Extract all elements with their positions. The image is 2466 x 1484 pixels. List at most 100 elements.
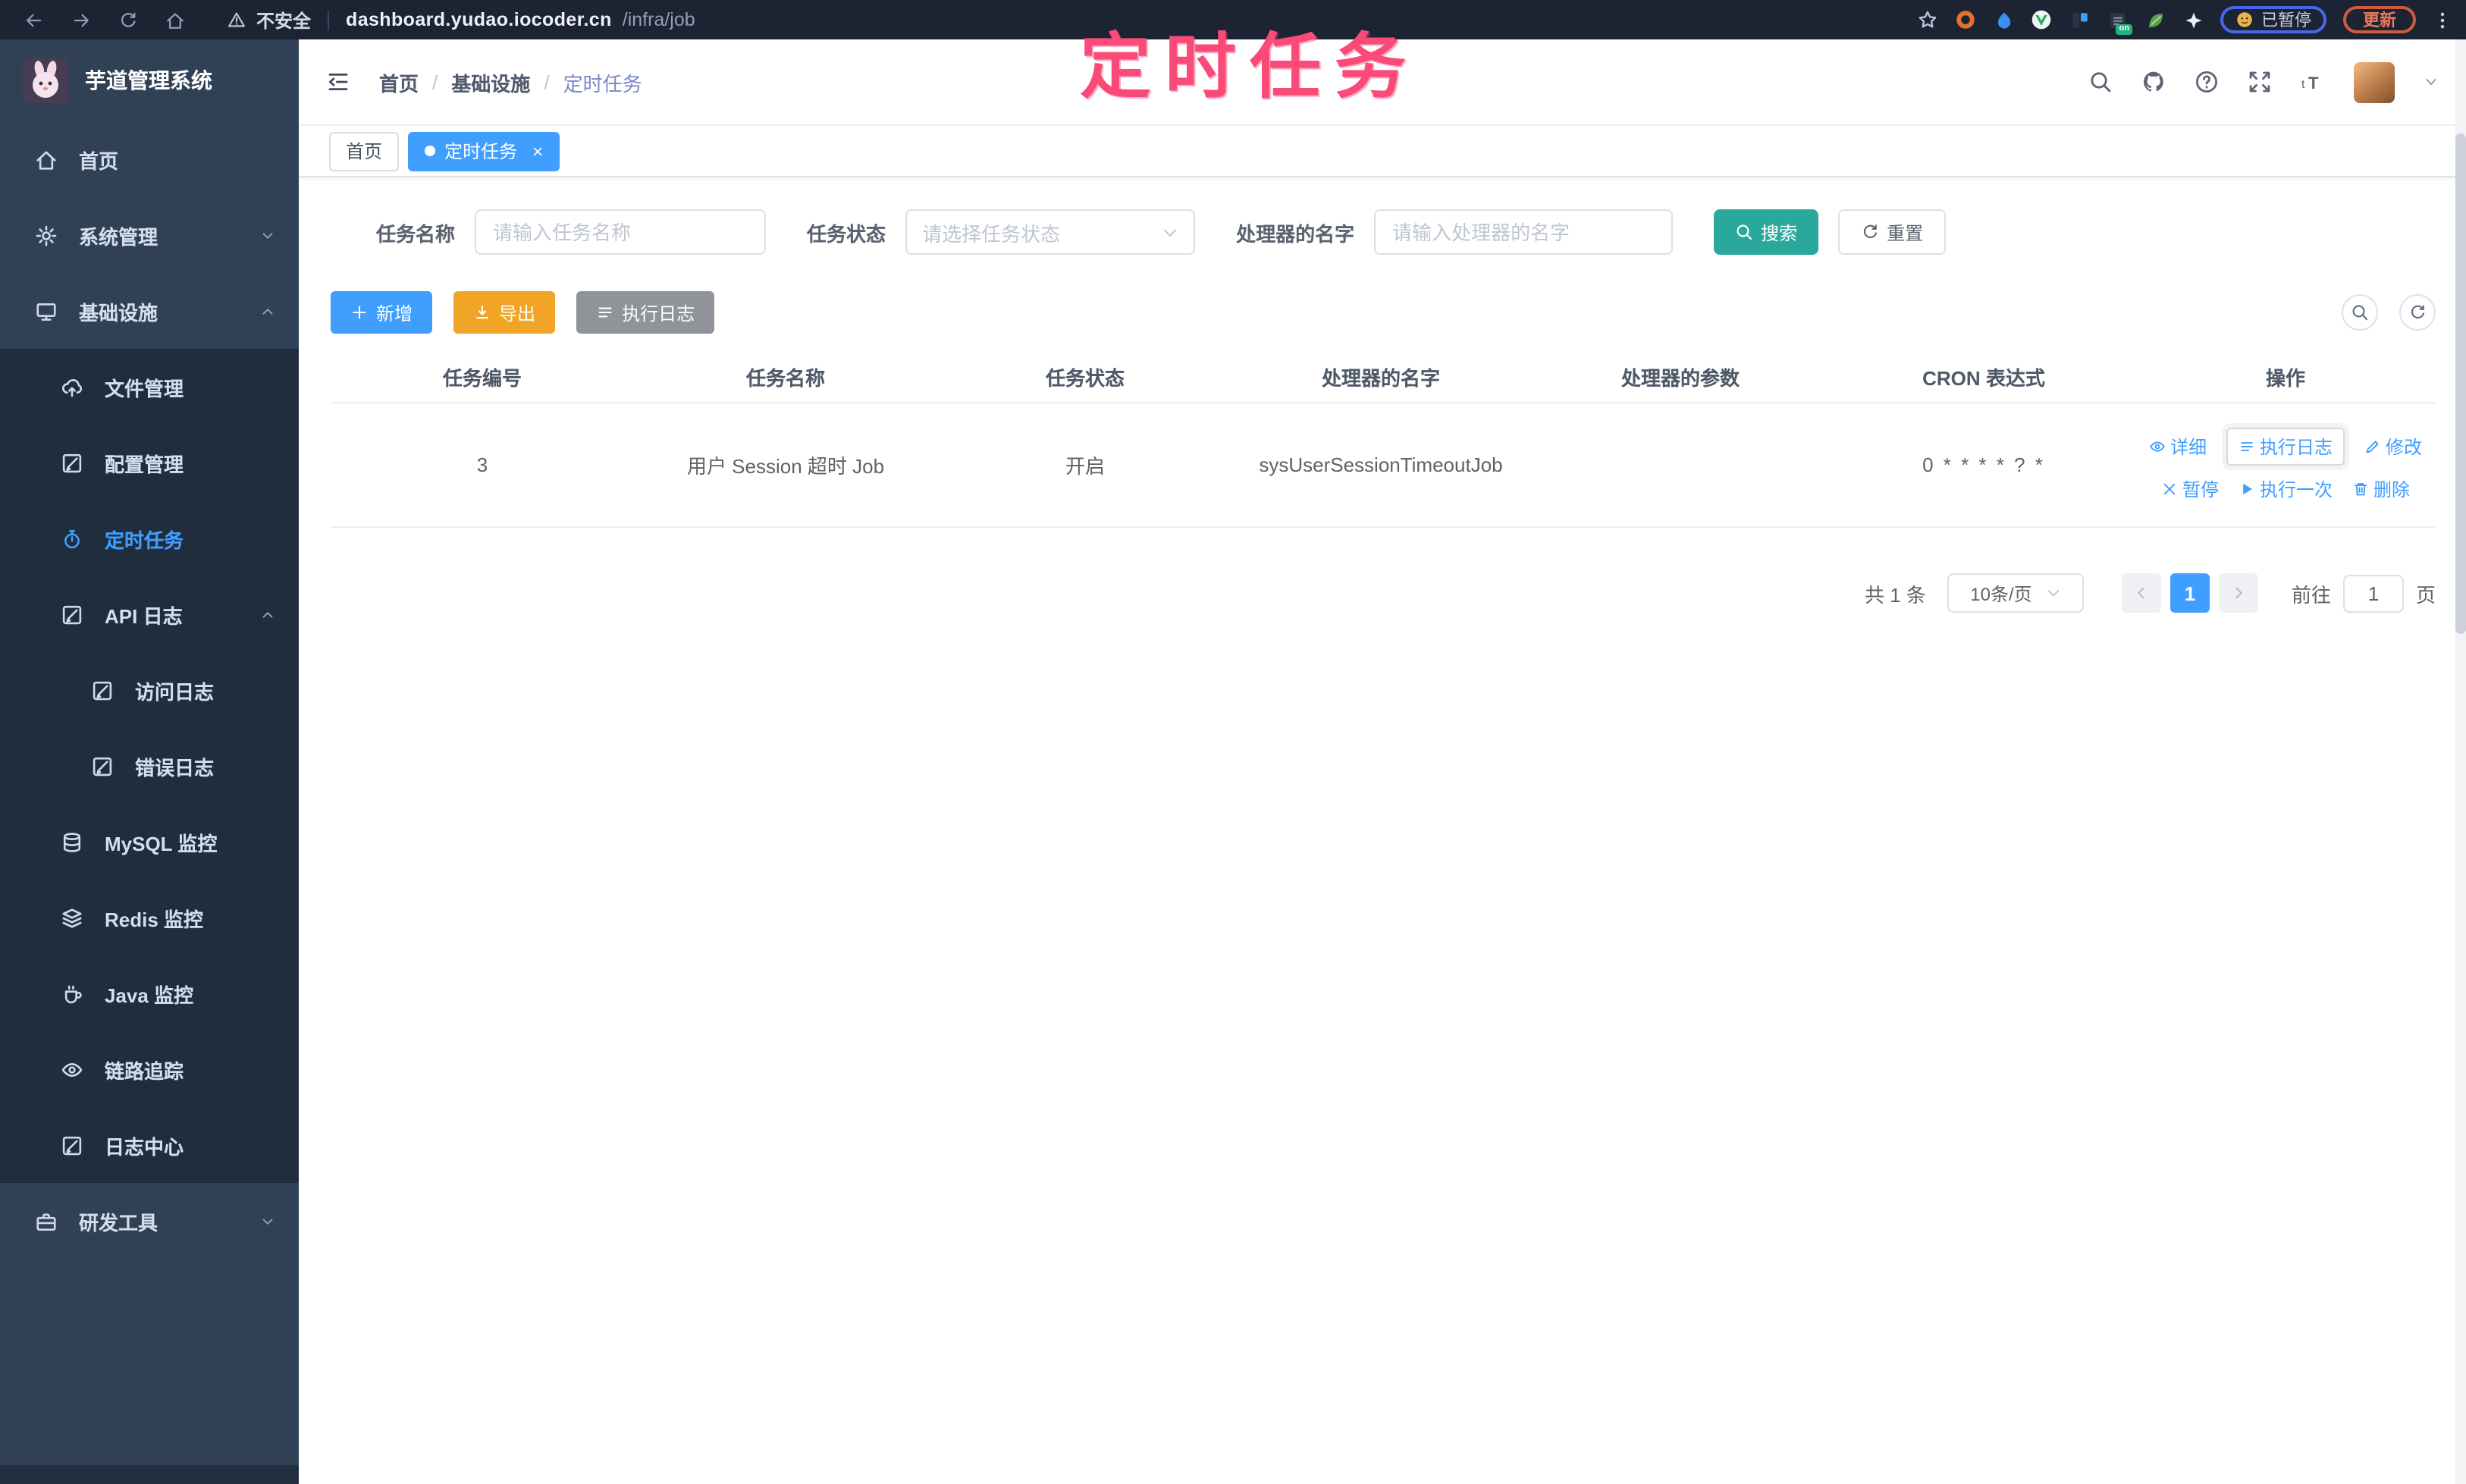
github-icon[interactable] (2141, 70, 2166, 94)
chevron-up-icon (262, 308, 273, 314)
extension-vue-devtools-icon[interactable] (2031, 9, 2052, 30)
page-content: 任务名称 任务状态 请选择任务状态 处理器的名字 搜索 重置 (299, 177, 2466, 613)
edit-square-icon (62, 453, 82, 472)
sidebar-item-mysql-monitor[interactable]: MySQL 监控 (0, 804, 299, 880)
run-once-link[interactable]: 执行一次 (2239, 476, 2333, 502)
sidebar-item-redis-monitor[interactable]: Redis 监控 (0, 880, 299, 955)
list-icon (598, 307, 612, 318)
sidebar-item-dev-tools[interactable]: 研发工具 (0, 1183, 299, 1259)
col-handler-param: 处理器的参数 (1620, 367, 1740, 390)
edit-pencil-icon (2366, 441, 2379, 453)
list-icon (2241, 442, 2253, 451)
browser-update-button[interactable]: 更新 (2343, 6, 2416, 33)
breadcrumb-infrastructure[interactable]: 基础设施 (451, 67, 530, 96)
sidebar-item-java-monitor[interactable]: Java 监控 (0, 955, 299, 1031)
page-scrollbar[interactable] (2455, 39, 2466, 1484)
breadcrumb: 首页 / 基础设施 / 定时任务 (379, 67, 642, 96)
extensions-paused-pill[interactable]: 已暂停 (2220, 6, 2326, 33)
sidebar-item-api-logs[interactable]: API 日志 (0, 576, 299, 652)
fullscreen-icon[interactable] (2248, 70, 2272, 94)
page-size-select[interactable]: 10条/页 (1947, 573, 2084, 613)
execution-log-button[interactable]: 执行日志 (576, 291, 715, 334)
bookmark-star-icon[interactable] (1917, 9, 1938, 30)
sidebar-item-error-logs[interactable]: 错误日志 (0, 728, 299, 804)
next-page-button[interactable] (2218, 573, 2258, 613)
sidebar-item-system-management[interactable]: 系统管理 (0, 197, 299, 273)
handler-name-input[interactable] (1374, 209, 1674, 255)
extension-blue-icon[interactable] (1993, 9, 2014, 30)
layers-icon (62, 908, 82, 927)
goto-page-input[interactable] (2342, 574, 2404, 612)
total-count: 共 1 条 (1865, 583, 1926, 606)
job-name-input[interactable] (475, 209, 767, 255)
eye-icon (61, 1062, 83, 1076)
gear-icon (36, 224, 57, 246)
sidebar-item-trace[interactable]: 链路追踪 (0, 1031, 299, 1107)
tab-home[interactable]: 首页 (329, 131, 400, 171)
page-1-button[interactable]: 1 (2170, 573, 2210, 613)
extension-orange-icon[interactable] (1955, 9, 1976, 30)
monitor-icon (36, 302, 56, 320)
reload-icon[interactable] (118, 10, 138, 30)
delete-link[interactable]: 删除 (2352, 476, 2410, 502)
extension-blue2-icon[interactable] (2069, 9, 2090, 30)
app-title: 芋道管理系统 (85, 68, 212, 93)
table-utility-buttons (2342, 294, 2436, 331)
collapse-sidebar-icon[interactable] (326, 70, 350, 94)
search-button[interactable]: 搜索 (1714, 209, 1819, 255)
detail-link[interactable]: 详细 (2149, 434, 2207, 460)
update-label: 更新 (2363, 12, 2396, 30)
prev-page-button[interactable] (2121, 573, 2161, 613)
sidebar-item-log-center[interactable]: 日志中心 (0, 1107, 299, 1183)
edit-link[interactable]: 修改 (2364, 434, 2422, 460)
home-icon (36, 150, 56, 169)
eye-icon (2150, 441, 2165, 452)
sidebar-item-scheduled-tasks[interactable]: 定时任务 (0, 500, 299, 576)
user-avatar[interactable] (2354, 61, 2395, 102)
browser-menu-dots-icon[interactable] (2433, 10, 2452, 30)
back-icon[interactable] (24, 10, 44, 30)
document-edit-icon (93, 680, 112, 700)
tab-scheduled-tasks[interactable]: 定时任务 × (408, 131, 560, 171)
row-execution-log-link[interactable]: 执行日志 (2226, 428, 2345, 466)
add-button[interactable]: 新增 (331, 291, 433, 334)
job-status-select[interactable]: 请选择任务状态 (905, 209, 1196, 255)
export-button[interactable]: 导出 (453, 291, 556, 334)
trash-icon (2354, 483, 2367, 496)
toggle-search-button[interactable] (2342, 294, 2378, 331)
reset-button[interactable]: 重置 (1838, 209, 1947, 255)
refresh-table-button[interactable] (2399, 294, 2436, 331)
extension-on-badge-icon[interactable]: on (2107, 9, 2132, 35)
cell-handler-name: sysUserSessionTimeoutJob (1259, 453, 1503, 476)
extension-sparkle-icon[interactable] (2182, 9, 2204, 30)
sidebar-item-access-logs[interactable]: 访问日志 (0, 652, 299, 728)
font-size-icon[interactable]: tT (2301, 70, 2325, 94)
browser-toolbar-right: on 已暂停 更新 (1917, 6, 2452, 35)
filter-form: 任务名称 任务状态 请选择任务状态 处理器的名字 搜索 重置 (331, 209, 2436, 255)
close-tab-icon[interactable]: × (532, 142, 543, 160)
col-cron: CRON 表达式 (1922, 367, 2045, 390)
main-area: 首页 / 基础设施 / 定时任务 tT 首页 定时任务 × 任务名称 请输入任务… (299, 39, 2466, 1484)
extension-leaf-icon[interactable] (2144, 9, 2166, 30)
col-job-name: 任务名称 (745, 367, 825, 390)
pause-link[interactable]: 暂停 (2161, 476, 2219, 502)
scrollbar-thumb[interactable] (2455, 133, 2466, 634)
search-icon[interactable] (2088, 70, 2113, 94)
on-badge: on (2116, 24, 2132, 35)
col-job-id: 任务编号 (442, 367, 522, 390)
sidebar-logo-row[interactable]: 芋道管理系统 (0, 39, 299, 121)
sidebar-item-infrastructure[interactable]: 基础设施 (0, 273, 299, 349)
table-row: 3 用户 Session 超时 Job 开启 sysUserSessionTim… (331, 403, 2436, 528)
breadcrumb-home[interactable]: 首页 (379, 67, 419, 96)
sidebar-item-file-management[interactable]: 文件管理 (0, 349, 299, 425)
sidebar-item-config-management[interactable]: 配置管理 (0, 425, 299, 500)
sidebar-item-home[interactable]: 首页 (0, 121, 299, 197)
app-logo (23, 58, 68, 103)
cell-cron: 0 * * * * ? * (1922, 453, 2045, 476)
help-icon[interactable] (2195, 70, 2219, 94)
chevron-down-icon (262, 232, 273, 238)
forward-icon[interactable] (71, 10, 91, 30)
home-icon[interactable] (165, 10, 185, 30)
address-bar[interactable]: 不安全 dashboard.yudao.iocoder.cn/infra/job (227, 7, 695, 33)
chevron-down-icon[interactable] (2424, 74, 2439, 89)
